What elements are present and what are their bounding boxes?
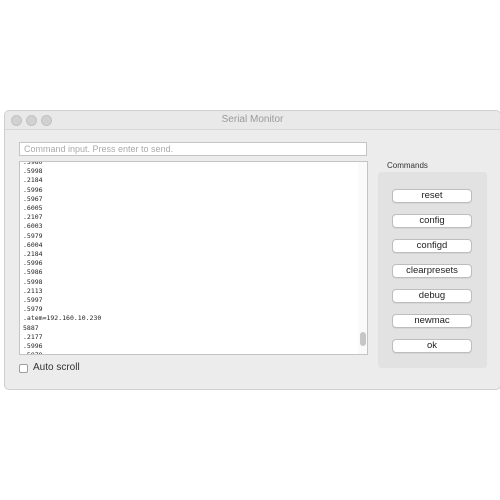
config-button[interactable]: config [392, 214, 472, 228]
output-line: .atem=192.160.10.230 [23, 314, 102, 323]
output-line: .5998 [23, 277, 43, 286]
auto-scroll-label: Auto scroll [33, 362, 80, 373]
output-line: .5986 [23, 268, 43, 277]
debug-button[interactable]: debug [392, 289, 472, 303]
newmac-button[interactable]: newmac [392, 314, 472, 328]
serial-output-area[interactable]: .5980.5998.2184.5996.5967.6005.2107.6003… [19, 161, 368, 355]
output-line: .2107 [23, 213, 43, 222]
output-line: .5996 [23, 342, 43, 351]
output-line: .5979 [23, 231, 43, 240]
output-line: .2184 [23, 250, 43, 259]
commands-panel: reset config configd clearpresets debug newma… [378, 172, 487, 368]
output-line: .5997 [23, 296, 43, 305]
output-line: .5967 [23, 194, 43, 203]
output-line: .5979 [23, 351, 101, 354]
serial-output-log: .5980.5998.2184.5996.5967.6005.2107.6003… [23, 162, 102, 354]
configd-button[interactable]: configd [392, 239, 472, 253]
output-line: 5887 [23, 323, 39, 332]
clearpresets-button[interactable]: clearpresets [392, 264, 472, 278]
title-bar: Serial Monitor [5, 111, 500, 130]
output-line: .5996 [23, 259, 43, 268]
output-line: .5998 [23, 167, 43, 176]
output-line: .5996 [23, 185, 43, 194]
reset-button[interactable]: reset [392, 189, 472, 203]
output-line: .2184 [23, 176, 43, 185]
output-line: .2113 [23, 286, 43, 295]
output-line: .6005 [23, 204, 43, 213]
output-line: .2177 [23, 332, 43, 341]
output-line: .5979 [23, 305, 43, 314]
output-line: .6003 [23, 222, 43, 231]
scrollbar-thumb[interactable] [360, 332, 366, 346]
serial-monitor-window: Serial Monitor .5980.5998.2184.5996.5967… [4, 110, 500, 390]
ok-button[interactable]: ok [392, 339, 472, 353]
window-title: Serial Monitor [221, 114, 284, 125]
command-input[interactable] [19, 142, 367, 156]
auto-scroll-checkbox[interactable] [19, 364, 28, 373]
output-line: .6004 [23, 240, 43, 249]
commands-label: Commands [387, 161, 428, 170]
scrollbar-track[interactable] [358, 162, 367, 354]
